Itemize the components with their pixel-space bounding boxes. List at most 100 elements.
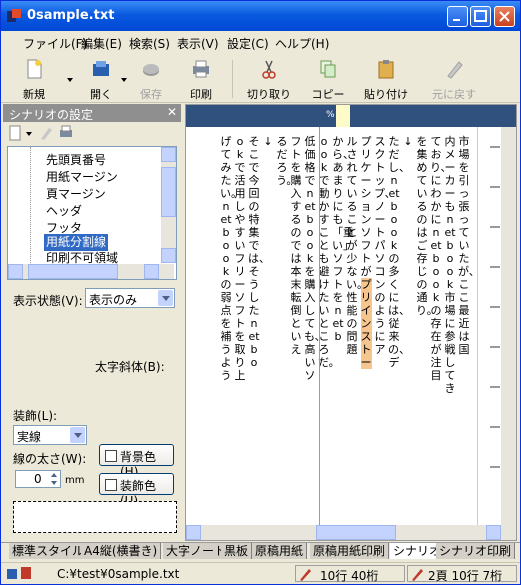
minimize-button[interactable] (447, 6, 468, 27)
editor-scroll-left-button[interactable] (186, 525, 201, 540)
vertical-ruler-ticks (490, 146, 500, 468)
text-column: 低価格でnetbookを購入しても、高いソ (304, 135, 326, 382)
copy-button[interactable]: コピー (303, 58, 353, 102)
panel-toolbar (7, 124, 127, 142)
status-lines-panel: 10行 40桁 (295, 565, 405, 583)
editor-scroll-right-button[interactable] (486, 525, 501, 540)
copy-icon (320, 60, 336, 78)
scroll-up-button[interactable] (161, 147, 176, 162)
scroll-down-button[interactable] (161, 248, 176, 263)
scroll-thumb[interactable] (161, 167, 176, 217)
new-button[interactable]: 新規 (9, 58, 59, 102)
save-disk-icon (143, 64, 159, 76)
background-color-button[interactable]: 背景色(H) (99, 444, 174, 479)
tree-item-header[interactable]: ヘッダ (44, 203, 84, 220)
tree-item-start-page-number[interactable]: 先頭頁番号 (44, 152, 108, 169)
editor-horizontal-scrollbar[interactable] (186, 525, 516, 540)
close-window-button[interactable] (494, 6, 515, 27)
status-bar: C:¥test¥0sample.txt 10行 40桁 2頁 10行 7桁 (1, 562, 520, 584)
hscroll-thumb[interactable] (28, 264, 118, 279)
tree-vertical-scrollbar[interactable] (161, 147, 176, 263)
text-column: ただし、netbookの多くには、従来の、デ (388, 135, 410, 369)
save-label: 保存 (140, 88, 162, 101)
menu-settings[interactable]: 設定(C) (227, 35, 269, 52)
status-lines: 10行 40桁 (320, 569, 379, 583)
paste-label: 貼り付け (364, 88, 408, 101)
chevron-down-icon (158, 290, 173, 306)
decoration-select[interactable]: 実線 (13, 425, 87, 445)
line-width-value: 0 (34, 472, 42, 486)
new-style-icon[interactable] (9, 125, 21, 141)
display-state-label: 表示状態(V): (13, 294, 83, 308)
settings-tree: 先頭頁番号 用紙マージン 頁マージン ヘッダ フッタ 用紙分割線 印刷不可領域 (7, 146, 177, 280)
scroll-right-button[interactable] (144, 264, 159, 279)
close-icon (499, 11, 510, 22)
print-label: 印刷 (190, 88, 212, 101)
decoration-color-swatch (105, 479, 117, 491)
paste-clipboard-icon (378, 60, 394, 79)
tab-standard-style[interactable]: 標準スタイル (9, 543, 89, 559)
save-button[interactable]: 保存 (126, 58, 176, 102)
menu-file[interactable]: ファイル(F) (23, 35, 87, 52)
cut-label: 切り取り (247, 88, 291, 101)
pen-icon (300, 569, 311, 581)
edit-style-icon[interactable] (39, 125, 53, 141)
toolbar: 新規 開く 保存 印刷 切り取り コピー 貼り付け 元に戻す (1, 54, 520, 103)
tab-manuscript-print[interactable]: 原稿用紙印刷 (310, 543, 390, 559)
text-column: を集めているのはご存じの通り。 (416, 135, 438, 317)
editor-hscroll-thumb[interactable] (316, 525, 396, 540)
ruler-marker: % (326, 110, 335, 120)
undo-button[interactable]: 元に戻す (429, 58, 479, 102)
line-width-spinner[interactable]: 0 (15, 470, 61, 488)
print-button[interactable]: 印刷 (176, 58, 226, 102)
text-column: そこで今回の特集では、そうしたnetbo (248, 135, 270, 369)
tab-scenario-print[interactable]: シナリオ印刷 (436, 543, 516, 559)
editor-vertical-scrollbar[interactable] (501, 127, 516, 525)
tree-horizontal-scrollbar[interactable] (8, 264, 174, 279)
new-document-icon (27, 59, 42, 79)
edit-pen-icon (412, 569, 423, 581)
tree-item-paper-split-line[interactable]: 用紙分割線 (44, 234, 109, 251)
tree-item-page-margin[interactable]: 頁マージン (44, 186, 108, 203)
style-tabs: 標準スタイル A4縦(横書き) 大字ノート 黒板 原稿用紙 原稿用紙印刷 シナリ… (1, 542, 520, 560)
text-column: から、あまりにも「重い」ソフトをnetb (332, 135, 354, 343)
new-dropdown-arrow[interactable] (67, 78, 73, 82)
scissors-icon (262, 60, 276, 79)
scroll-left-button[interactable] (8, 264, 23, 279)
decoration-color-button[interactable]: 装飾色(U) (99, 473, 174, 508)
spinner-arrows-icon[interactable] (48, 471, 60, 487)
tree-item-paper-margin[interactable]: 用紙マージン (44, 169, 120, 186)
status-page: 2頁 10行 7桁 (428, 569, 503, 583)
window-title: 0sample.txt (27, 8, 115, 23)
text-column: げてみたい。netbookの弱点を補うよう (220, 135, 242, 382)
scenario-settings-header: シナリオの設定 ✕ (3, 104, 181, 122)
tab-a4-vertical[interactable]: A4縦(横書き) (81, 543, 162, 559)
menu-help[interactable]: ヘルプ(H) (275, 35, 329, 52)
menu-view[interactable]: 表示(V) (177, 35, 219, 52)
text-column: プリケーションソフトがプリインストー (360, 135, 372, 369)
text-editor[interactable]: % 市場を引っ張っていたが、ここ最近は国 内メーカーもnetbook市場に参戦して… (185, 104, 517, 541)
copy-label: コピー (311, 88, 345, 101)
panel-close-icon[interactable]: ✕ (167, 105, 177, 119)
tab-manuscript[interactable]: 原稿用紙 (252, 543, 308, 559)
cut-button[interactable]: 切り取り (244, 58, 294, 102)
text-column: ↓ (403, 135, 413, 148)
maximize-button[interactable] (470, 6, 491, 27)
scenario-settings-title: シナリオの設定 (9, 108, 94, 122)
minimize-icon (453, 19, 460, 21)
tab-blackboard[interactable]: 黒板 (221, 543, 253, 559)
chevron-down-icon (70, 427, 85, 443)
menu-edit[interactable]: 編集(E) (81, 35, 122, 52)
new-style-dropdown-icon[interactable] (25, 125, 33, 141)
open-folder-icon (93, 61, 109, 76)
tab-large-notebook[interactable]: 大字ノート (163, 543, 231, 559)
paste-button[interactable]: 貼り付け (361, 58, 411, 102)
decoration-label: 装飾(L): (13, 409, 58, 423)
decoration-value: 実線 (17, 430, 42, 444)
open-button[interactable]: 開く (76, 58, 126, 102)
text-column: 市場を引っ張っていたが、ここ最近は国 (458, 135, 480, 356)
display-state-select[interactable]: 表示のみ (85, 288, 175, 308)
menu-search[interactable]: 検索(S) (129, 35, 170, 52)
undo-pen-icon (447, 61, 463, 79)
print-style-icon[interactable] (59, 125, 73, 141)
